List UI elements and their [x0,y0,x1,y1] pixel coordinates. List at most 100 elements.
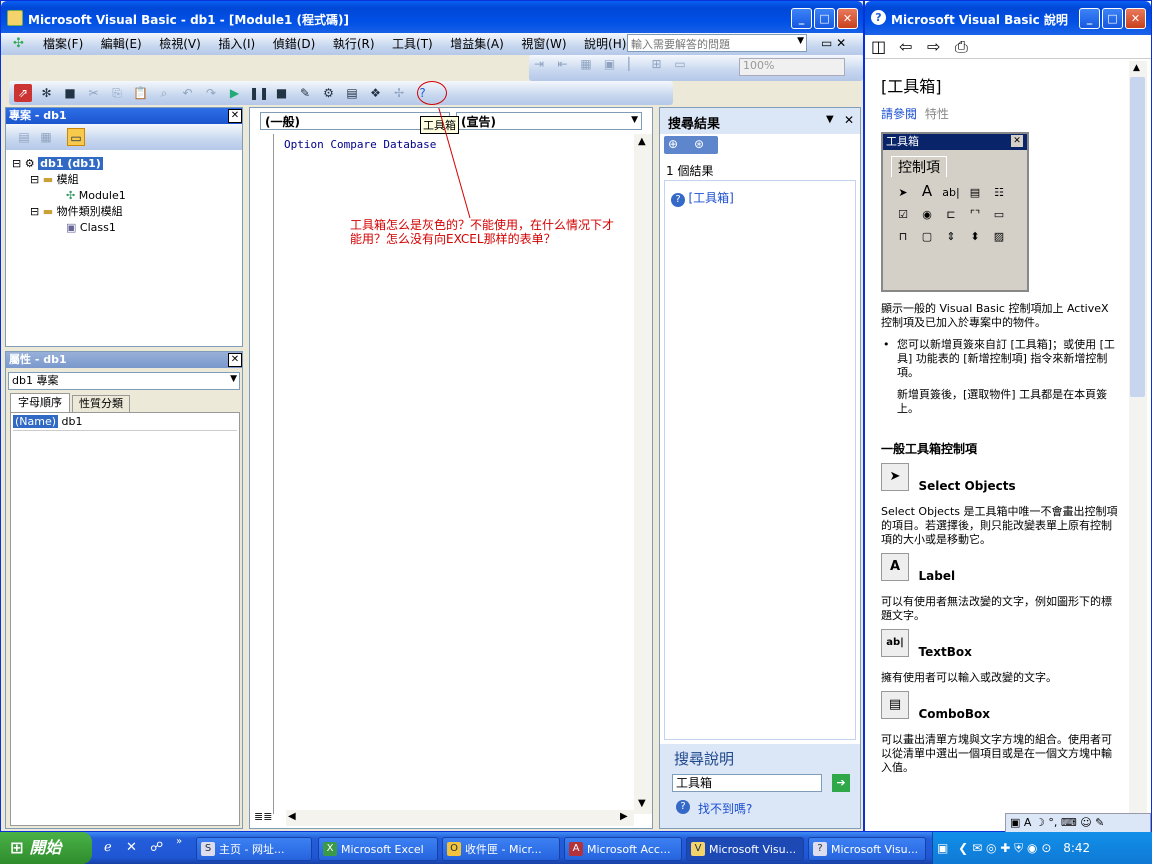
object-select[interactable]: db1 專案 ▼ [8,372,240,390]
search-input[interactable]: 工具箱 [672,774,822,792]
result-item-label[interactable]: [工具箱] [689,191,734,205]
excel-quick-icon[interactable]: ✕ [126,840,137,855]
properties-panel-close-button[interactable]: ✕ [228,353,242,367]
menu-addins[interactable]: 增益集(A) [450,34,504,54]
copy-icon[interactable]: ⎘ [108,84,126,102]
moon-icon[interactable]: ☽ [1035,816,1045,829]
cut-icon[interactable]: ✂ [85,84,103,102]
design-mode-icon[interactable]: ✎ [296,84,314,102]
tile-icon[interactable]: ◫ [871,37,886,56]
network-icon[interactable]: ☍ [150,840,163,855]
procedure-view-icon[interactable]: ≣≣ [254,810,272,823]
undo-icon[interactable]: ↶ [179,84,197,102]
forward-arrow-icon[interactable]: ⇨ [927,37,940,56]
run-icon[interactable]: ▶ [226,84,244,102]
not-found-link[interactable]: 找不到嗎? [698,800,752,817]
vb-title-bar[interactable]: Microsoft Visual Basic - db1 - [Module1 … [1,1,863,35]
back-icon[interactable]: ⊕ [668,137,678,151]
view-code-icon[interactable]: ▤ [15,128,33,146]
go-arrow-icon[interactable]: ➔ [832,774,850,792]
size-icon[interactable]: ▭ [671,55,689,73]
keyboard-icon[interactable]: ⌨ [1061,816,1077,829]
menu-run[interactable]: 執行(R) [333,34,375,54]
user-icon[interactable]: ☺ [1080,816,1091,829]
scroll-thumb[interactable] [1130,77,1145,397]
zoom-combo[interactable]: 100% [739,58,845,76]
toolbox-icon[interactable]: ✢ [390,84,408,102]
help-scrollbar[interactable]: ▲ [1129,61,1147,831]
forward-icon[interactable]: ⊛ [694,137,704,151]
redo-icon[interactable]: ↷ [202,84,220,102]
paste-icon[interactable]: 📋 [132,84,150,102]
menu-file[interactable]: 檔案(F) [43,34,83,54]
menu-tools[interactable]: 工具(T) [392,34,433,54]
code-window-controls[interactable]: ▭ ✕ [821,36,846,50]
access-view-icon[interactable]: ⇗ [14,84,32,102]
scroll-down-icon[interactable]: ▼ [638,798,646,809]
question-box[interactable]: 輸入需要解答的問題 ▼ [627,34,807,52]
find-icon[interactable]: ⌕ [155,84,173,102]
tray-mail-icon[interactable]: ✉ [972,841,982,855]
align-left-icon[interactable]: ▏ [624,55,642,73]
project-explorer-icon[interactable]: ⚙ [320,84,338,102]
tree-modules-folder[interactable]: ⊟ ▬ 模組 [12,172,126,188]
see-also-link[interactable]: 請參閱 [881,107,917,121]
tab-alphabetic[interactable]: 字母順序 [10,393,70,412]
wrench-icon[interactable]: ✎ [1095,816,1104,829]
reset-icon[interactable]: ■ [273,84,291,102]
task-outlook[interactable]: O 收件匣 - Micr... [442,837,560,861]
view-object-icon[interactable]: ▦ [37,128,55,146]
dropdown-arrow-icon[interactable]: ▼ [797,36,804,46]
menu-view[interactable]: 檢視(V) [159,34,201,54]
tree-class1[interactable]: ▣ Class1 [12,220,126,236]
task-access[interactable]: A Microsoft Acc... [564,837,682,861]
close-icon[interactable]: ✕ [844,113,854,127]
help-minimize-button[interactable]: _ [1079,8,1100,29]
start-button[interactable]: ⊞ 開始 [0,832,92,864]
project-panel-close-button[interactable]: ✕ [228,109,242,123]
pause-icon[interactable]: ❚❚ [249,84,269,102]
punctuation-icon[interactable]: °, [1048,816,1057,829]
tree-root[interactable]: ⊟ ⚙ db1 (db1) [12,156,126,172]
center-icon[interactable]: ⊞ [648,55,666,73]
horizontal-scrollbar[interactable]: ◀ ▶ [286,810,634,826]
task-excel[interactable]: X Microsoft Excel [318,837,438,861]
tree-class-folder[interactable]: ⊟ ▬ 物件類別模組 [12,204,126,220]
properties-link[interactable]: 特性 [925,107,949,121]
maximize-button[interactable]: □ [814,8,835,29]
menu-debug[interactable]: 偵錯(D) [273,34,316,54]
indent-icon[interactable]: ⇥ [530,55,548,73]
chevron-down-icon[interactable]: ▼ [230,374,237,384]
tray-shield-icon[interactable]: ⛨ [1014,841,1023,855]
menu-edit[interactable]: 編輯(E) [101,34,142,54]
ie-icon[interactable]: ℯ [104,840,112,855]
menu-insert[interactable]: 插入(I) [218,34,255,54]
menu-window[interactable]: 視窗(W) [521,34,566,54]
more-icon[interactable]: » [176,836,182,847]
tray-app-icon[interactable]: ⊙ [1041,841,1051,855]
tray-input-icon[interactable]: ▣ [937,841,948,855]
help-maximize-button[interactable]: □ [1102,8,1123,29]
scroll-left-icon[interactable]: ◀ [288,811,296,822]
vertical-scrollbar[interactable]: ▲ ▼ [634,134,652,814]
tray-antivirus-icon[interactable]: ✚ [1000,841,1010,855]
object-browser-icon[interactable]: ❖ [367,84,385,102]
grid-icon[interactable]: ▣ [601,55,619,73]
close-button[interactable]: ✕ [837,8,858,29]
font-icon[interactable]: A [1024,816,1032,829]
print-icon[interactable]: ⎙ [955,37,968,57]
minimize-button[interactable]: _ [791,8,812,29]
property-row[interactable]: (Name) db1 [13,415,237,431]
scroll-up-icon[interactable]: ▲ [1133,63,1140,73]
toggle-folders-icon[interactable]: ▭ [67,128,85,146]
scroll-up-icon[interactable]: ▲ [638,136,646,147]
tray-collapse-icon[interactable]: ❮ [958,841,968,855]
outdent-icon[interactable]: ⇤ [554,55,572,73]
tree-module1[interactable]: ✣ Module1 [12,188,126,204]
task-browser[interactable]: S 主页 - 网址... [196,837,312,861]
properties-window-icon[interactable]: ▤ [343,84,361,102]
save-icon[interactable]: ■ [61,84,79,102]
task-vb-help[interactable]: ? Microsoft Visu... [808,837,926,861]
chevron-down-icon[interactable]: ▼ [826,114,834,125]
result-item[interactable]: ? [工具箱] [671,189,734,207]
